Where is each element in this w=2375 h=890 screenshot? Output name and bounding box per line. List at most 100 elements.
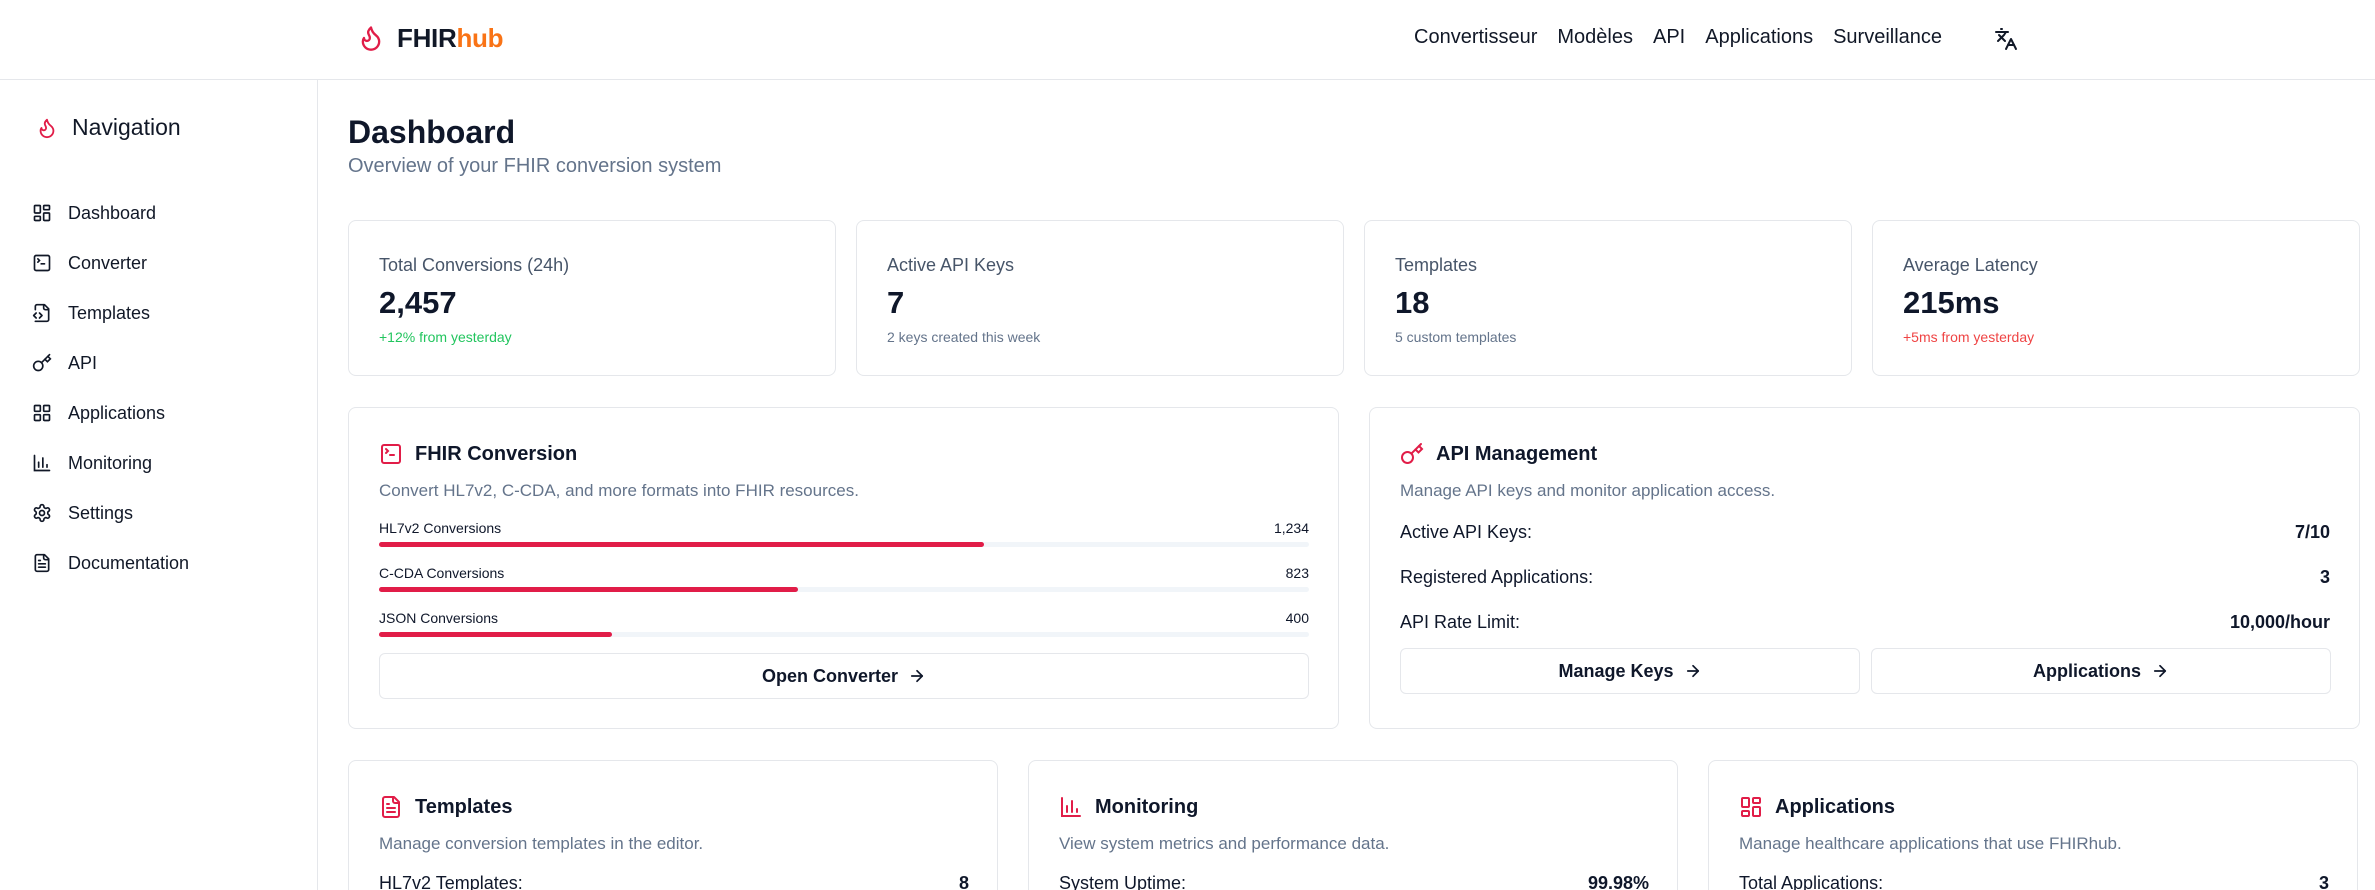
- stat-value: 7: [887, 285, 905, 320]
- stat-card-latency: Average Latency 215ms +5ms from yesterda…: [1872, 220, 2360, 376]
- panel-header: Templates: [379, 795, 512, 819]
- panel-title: FHIR Conversion: [415, 442, 578, 465]
- api-row-value: 10,000/hour: [2229, 612, 2330, 632]
- page-subtitle: Overview of your FHIR conversion system: [348, 155, 722, 177]
- nav-link-applications[interactable]: Applications: [1705, 26, 1813, 49]
- api-row-keys: Active API Keys: 7/10: [1400, 522, 2330, 543]
- sidebar: Navigation Dashboard Converter Templates…: [0, 80, 318, 890]
- sidebar-item-label: API: [68, 352, 98, 373]
- templates-row-value: 8: [958, 873, 969, 890]
- templates-row: HL7v2 Templates: 8: [379, 873, 969, 890]
- api-row-value: 3: [2319, 567, 2330, 587]
- sidebar-item-converter[interactable]: Converter: [32, 248, 147, 278]
- panel-description: Manage API keys and monitor application …: [1400, 481, 1776, 500]
- sidebar-item-label: Documentation: [68, 552, 190, 573]
- translate-icon[interactable]: [1994, 27, 2018, 51]
- sidebar-item-label: Dashboard: [68, 202, 157, 223]
- manage-keys-button[interactable]: Manage Keys: [1400, 648, 1860, 694]
- dashboard-icon: [33, 204, 51, 222]
- file-code-icon: [32, 303, 50, 323]
- panel-title: Monitoring: [1095, 795, 1199, 818]
- nav-link-api[interactable]: API: [1653, 26, 1685, 49]
- panel-header: Monitoring: [1059, 795, 1198, 819]
- nav-link-surveillance[interactable]: Surveillance: [1833, 26, 1942, 49]
- api-row-rate-limit: API Rate Limit: 10,000/hour: [1400, 612, 2330, 633]
- applications-button[interactable]: Applications: [1871, 648, 2331, 694]
- page-title: Dashboard: [348, 114, 516, 150]
- stat-label: Templates: [1395, 255, 1478, 275]
- brand-name-part2: hub: [456, 22, 504, 53]
- stat-card-api-keys: Active API Keys 7 2 keys created this we…: [856, 220, 1344, 376]
- flame-icon: [361, 26, 381, 51]
- sidebar-item-applications[interactable]: Applications: [32, 398, 165, 428]
- stat-note: 5 custom templates: [1395, 329, 1517, 345]
- templates-row-label: HL7v2 Templates:: [379, 873, 523, 890]
- key-icon: [32, 353, 52, 372]
- button-label: Manage Keys: [1558, 660, 1674, 681]
- flame-icon: [39, 118, 55, 138]
- nav-link-modeles[interactable]: Modèles: [1557, 26, 1633, 49]
- stat-label: Average Latency: [1903, 255, 2038, 275]
- api-row-label: Registered Applications:: [1400, 567, 1594, 587]
- panel-title: API Management: [1436, 442, 1598, 465]
- sidebar-item-api[interactable]: API: [32, 348, 97, 378]
- stat-card-templates: Templates 18 5 custom templates: [1364, 220, 1852, 376]
- panel-header: FHIR Conversion: [379, 442, 577, 466]
- conversion-row-ccda: C-CDA Conversions 823: [379, 565, 1309, 592]
- stat-value: 18: [1395, 285, 1430, 320]
- monitoring-row-label: System Uptime:: [1059, 873, 1187, 890]
- nav-link-convertisseur[interactable]: Convertisseur: [1414, 26, 1537, 49]
- conversion-label: JSON Conversions: [379, 610, 499, 626]
- api-management-panel: API Management Manage API keys and monit…: [1369, 407, 2360, 729]
- applications-row-value: 3: [2318, 873, 2329, 890]
- sidebar-item-templates[interactable]: Templates: [32, 298, 150, 328]
- arrow-right-icon: [1686, 664, 1699, 678]
- top-header: FHIRhub Convertisseur Modèles API Applic…: [0, 0, 2375, 80]
- conversion-label: C-CDA Conversions: [379, 565, 505, 581]
- grid-icon: [33, 404, 51, 422]
- conversion-count: 1,234: [1273, 520, 1309, 536]
- api-row-label: API Rate Limit:: [1400, 612, 1521, 632]
- stat-note: +12% from yesterday: [379, 329, 512, 345]
- stat-note: 2 keys created this week: [887, 329, 1041, 345]
- sidebar-item-monitoring[interactable]: Monitoring: [32, 448, 152, 478]
- sidebar-item-dashboard[interactable]: Dashboard: [32, 198, 156, 228]
- stat-card-conversions: Total Conversions (24h) 2,457 +12% from …: [348, 220, 836, 376]
- templates-panel: Templates Manage conversion templates in…: [348, 760, 998, 890]
- stat-value: 2,457: [379, 285, 457, 320]
- applications-row-label: Total Applications:: [1739, 873, 1884, 890]
- conversion-count: 400: [1285, 610, 1309, 626]
- applications-row: Total Applications: 3: [1739, 873, 2329, 890]
- sidebar-title-text: Navigation: [72, 114, 181, 140]
- top-nav: Convertisseur Modèles API Applications S…: [1414, 26, 1942, 49]
- sidebar-item-documentation[interactable]: Documentation: [32, 548, 189, 578]
- sidebar-item-label: Converter: [68, 252, 148, 273]
- stat-label: Active API Keys: [887, 255, 1015, 275]
- progress-track: [379, 542, 1309, 547]
- terminal-icon: [381, 444, 401, 464]
- terminal-icon: [33, 254, 51, 272]
- conversion-count: 823: [1285, 565, 1309, 581]
- brand-logo[interactable]: FHIRhub: [357, 22, 504, 54]
- conversion-row-json: JSON Conversions 400: [379, 610, 1309, 637]
- api-row-label: Active API Keys:: [1400, 522, 1533, 542]
- panel-description: View system metrics and performance data…: [1059, 834, 1390, 853]
- open-converter-button[interactable]: Open Converter: [379, 653, 1309, 699]
- stat-note: +5ms from yesterday: [1903, 329, 2035, 345]
- monitoring-row: System Uptime: 99.98%: [1059, 873, 1649, 890]
- panel-title: Templates: [415, 795, 513, 818]
- bar-chart-icon: [1061, 797, 1081, 817]
- brand-name-part1: FHIR: [397, 22, 457, 53]
- api-row-applications: Registered Applications: 3: [1400, 567, 2330, 588]
- panel-header: Applications: [1739, 795, 1895, 819]
- sidebar-item-settings[interactable]: Settings: [32, 498, 133, 528]
- panel-description: Manage conversion templates in the edito…: [379, 834, 704, 853]
- panel-header: API Management: [1400, 442, 1597, 466]
- conversion-row-hl7v2: HL7v2 Conversions 1,234: [379, 520, 1309, 547]
- stat-value: 215ms: [1903, 285, 2000, 320]
- button-label: Open Converter: [761, 665, 899, 686]
- arrow-right-icon: [2153, 664, 2167, 678]
- sidebar-item-label: Monitoring: [68, 452, 153, 473]
- grid-icon: [1741, 797, 1761, 817]
- api-row-value: 7/10: [2294, 522, 2330, 542]
